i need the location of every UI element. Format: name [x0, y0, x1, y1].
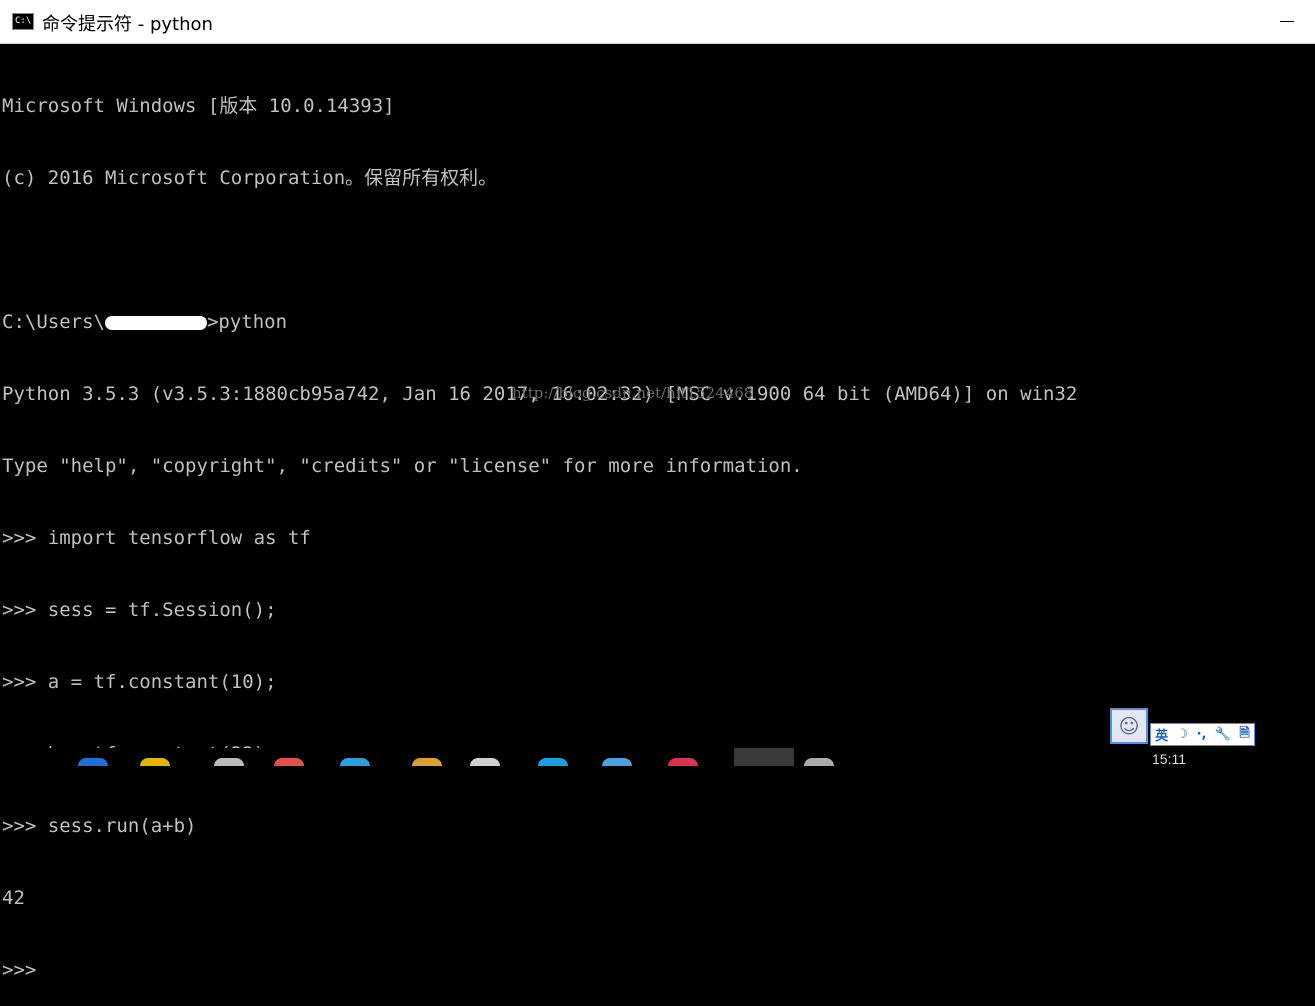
ime-moon-icon[interactable]: ☽ — [1177, 727, 1189, 742]
taskbar-app-icon[interactable] — [340, 758, 370, 766]
prompt-command: >python — [206, 311, 288, 333]
redacted-username — [104, 315, 207, 330]
taskbar-app-icon[interactable] — [78, 758, 108, 766]
taskbar-app-icon[interactable] — [538, 758, 568, 766]
taskbar-app-icon[interactable] — [602, 758, 632, 766]
title-bar: C:\ 命令提示符 - python — [0, 0, 1315, 44]
ime-menu-icon[interactable]: 🗎 — [1239, 724, 1249, 746]
console-line: >>> a = tf.constant(10); — [2, 671, 277, 693]
console-line: (c) 2016 Microsoft Corporation。保留所有权利。 — [2, 167, 498, 189]
console-line: Type "help", "copyright", "credits" or "… — [2, 455, 803, 477]
ime-toolbar: 英 ☽ ·, 🔧 🗎 — [1150, 723, 1255, 746]
console-line: >>> sess = tf.Session(); — [2, 599, 277, 621]
ime-avatar-icon[interactable]: ☺ — [1110, 708, 1148, 744]
watermark-text: http://blog.csdn.net/hit1524468 — [512, 384, 754, 402]
window-title: 命令提示符 - python — [42, 14, 213, 35]
taskbar-app-icon[interactable] — [140, 758, 170, 766]
taskbar-app-icon[interactable] — [214, 758, 244, 766]
taskbar-app-icon[interactable] — [668, 758, 698, 766]
taskbar-app-icon[interactable] — [274, 758, 304, 766]
console-line: >>> sess.run(a+b) — [2, 815, 197, 837]
taskbar-app-icon[interactable] — [412, 758, 442, 766]
console-line: Microsoft Windows [版本 10.0.14393] — [2, 95, 395, 117]
console-output[interactable]: Microsoft Windows [版本 10.0.14393] (c) 20… — [2, 46, 1077, 1006]
console-line-prompt: C:\Users\ >python — [2, 310, 1077, 334]
ime-punctuation-icon[interactable]: ·, — [1197, 727, 1207, 742]
taskbar-app-icon[interactable] — [804, 758, 834, 766]
console-line-cursor: >>> — [2, 959, 37, 981]
cmd-icon[interactable]: C:\ — [12, 13, 34, 30]
console-line: >>> import tensorflow as tf — [2, 527, 311, 549]
prompt-path: C:\Users\ — [2, 311, 105, 333]
ime-wrench-icon[interactable]: 🔧 — [1215, 727, 1231, 742]
taskbar-clock[interactable]: 15:11 — [1152, 752, 1186, 766]
console-line: 42 — [2, 887, 25, 909]
minimize-icon — [1280, 20, 1294, 22]
ime-language-button[interactable]: 英 — [1155, 725, 1168, 744]
taskbar — [0, 748, 1315, 766]
taskbar-app-icon[interactable] — [470, 758, 500, 766]
taskbar-app-icon[interactable] — [734, 748, 794, 766]
minimize-button[interactable] — [1267, 6, 1307, 36]
